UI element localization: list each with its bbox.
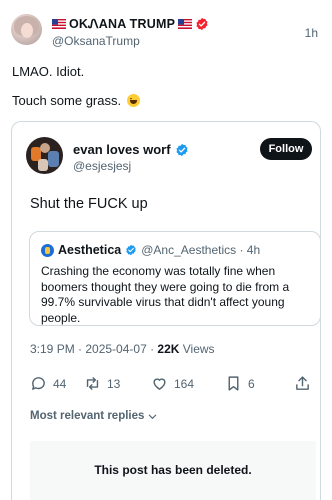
like-icon (153, 378, 166, 390)
quoted-screenshot[interactable]: evan loves worf @esjesjesj Follow Shut t… (11, 121, 321, 500)
verified-badge-icon (196, 17, 208, 31)
share-icon (296, 376, 309, 390)
repost-action: 13 (84, 375, 120, 392)
post-text-content: Touch some grass. (12, 93, 122, 108)
bookmark-action: 6 (225, 375, 255, 392)
reply-sort-selector: Most relevant replies (30, 410, 158, 422)
author-handle[interactable]: @OksanaTrump (52, 34, 140, 48)
deleted-post-text: This post has been deleted. (94, 463, 252, 477)
quoted-name-row: evan loves worf (73, 142, 189, 157)
repost-icon (86, 377, 99, 390)
post-text-line: LMAO. Idiot. (12, 64, 85, 79)
nested-text: Crashing the economy was totally fine wh… (41, 264, 290, 325)
quoted-handle: @esjesjesj (73, 159, 132, 173)
bookmark-icon (228, 376, 239, 391)
nested-quote-card: Aesthetica @Anc_Aesthetics · 4h Crashing… (29, 231, 320, 326)
author-display-name[interactable]: OKᏁANA TRUMP (69, 17, 175, 32)
bookmark-count: 6 (248, 376, 255, 391)
chevron-down-icon (149, 414, 157, 419)
us-flag-icon (178, 19, 193, 29)
us-flag-icon (52, 19, 66, 29)
timestamp-views: 3:19 PM · 2025-04-07 · 22K Views (30, 342, 215, 356)
post-time[interactable]: 1h (305, 26, 318, 40)
repost-count: 13 (107, 376, 121, 391)
author-name-row: OKᏁANA TRUMP (52, 16, 209, 32)
avatar[interactable] (11, 14, 42, 45)
nested-author-row: Aesthetica @Anc_Aesthetics · 4h (41, 243, 260, 257)
post: OKᏁANA TRUMP @OksanaTrump 1h LMAO. Idiot… (0, 0, 332, 500)
verified-badge-icon (176, 143, 188, 156)
quoted-text: Shut the FUCK up (30, 196, 148, 212)
grinning-face-emoji-icon (126, 94, 140, 107)
reply-action: 44 (30, 375, 66, 392)
deleted-post-notice: This post has been deleted. (30, 441, 316, 500)
screenshot-content: evan loves worf @esjesjesj Follow Shut t… (18, 126, 320, 500)
reply-count: 44 (53, 376, 67, 391)
quoted-display-name: evan loves worf (73, 142, 171, 157)
post-text-line: Touch some grass. (12, 93, 140, 108)
action-bar: 44 13 164 6 (30, 375, 312, 393)
views-label: Views (179, 342, 215, 356)
verified-badge-icon (126, 244, 136, 256)
views-count: 22K (157, 342, 180, 356)
reply-sort-label: Most relevant replies (30, 410, 145, 422)
follow-button: Follow (260, 138, 312, 160)
aesthetica-logo-icon (41, 243, 54, 257)
quoted-avatar (26, 137, 63, 174)
like-count: 164 (174, 376, 195, 391)
share-action (294, 375, 311, 392)
nested-meta: @Anc_Aesthetics · 4h (141, 243, 261, 257)
timestamp: 3:19 PM · 2025-04-07 · (30, 342, 158, 356)
like-action: 164 (151, 375, 194, 392)
nested-display-name: Aesthetica (58, 243, 122, 257)
reply-icon (32, 377, 45, 390)
